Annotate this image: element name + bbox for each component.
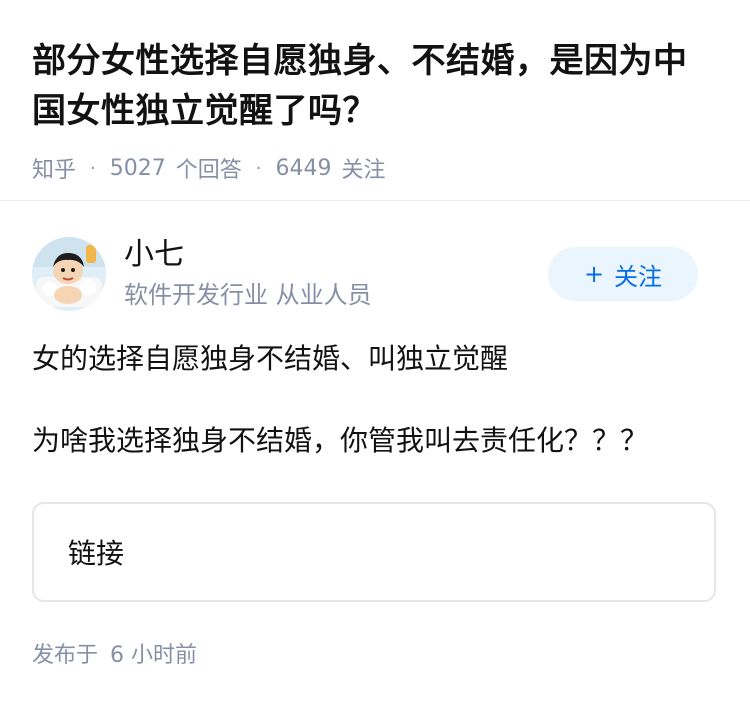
question-title[interactable]: 部分女性选择自愿独身、不结婚，是因为中国女性独立觉醒了吗？ xyxy=(32,36,718,136)
answer-paragraph: 女的选择自愿独身不结婚、叫独立觉醒 xyxy=(32,342,509,375)
author-row: 小七 软件开发行业 从业人员 + 关注 xyxy=(32,236,698,312)
link-card-label: 链接 xyxy=(68,537,125,570)
answer-count-label: 个回答 xyxy=(175,158,242,183)
answer-paragraph: 为啥我选择独身不结婚，你管我叫去责任化？？？ xyxy=(32,424,649,457)
question-source[interactable]: 知乎 xyxy=(32,152,76,184)
answer-footer: 发布于 6 小时前 xyxy=(32,638,197,674)
follow-count-label: 关注 xyxy=(341,158,386,183)
answer-page: 部分女性选择自愿独身、不结婚，是因为中国女性独立觉醒了吗？ 知乎 · 5027 … xyxy=(0,0,750,708)
question-meta: 知乎 · 5027 个回答 · 6449 关注 xyxy=(32,148,718,188)
follow-button[interactable]: + 关注 xyxy=(548,247,698,301)
separator-dot: · xyxy=(255,157,262,179)
avatar[interactable] xyxy=(32,237,106,311)
author-name[interactable]: 小七 xyxy=(124,235,548,275)
author-info: 小七 软件开发行业 从业人员 xyxy=(124,235,548,313)
separator-dot: · xyxy=(90,157,96,179)
published-label: 发布于 xyxy=(32,643,99,668)
author-description: 软件开发行业 从业人员 xyxy=(124,281,372,309)
follow-count: 6449 xyxy=(275,155,332,181)
published-time: 6 小时前 xyxy=(110,643,198,668)
answer-content: 女的选择自愿独身不结婚、叫独立觉醒 为啥我选择独身不结婚，你管我叫去责任化？？？ xyxy=(32,336,718,464)
answer-count: 5027 xyxy=(109,155,166,181)
avatar-image xyxy=(32,237,106,311)
link-card[interactable]: 链接 xyxy=(32,502,716,602)
question-header: 部分女性选择自愿独身、不结婚，是因为中国女性独立觉醒了吗？ 知乎 · 5027 … xyxy=(0,0,750,188)
plus-icon: + xyxy=(583,260,605,288)
divider xyxy=(0,200,750,201)
follow-button-label: 关注 xyxy=(614,262,663,291)
